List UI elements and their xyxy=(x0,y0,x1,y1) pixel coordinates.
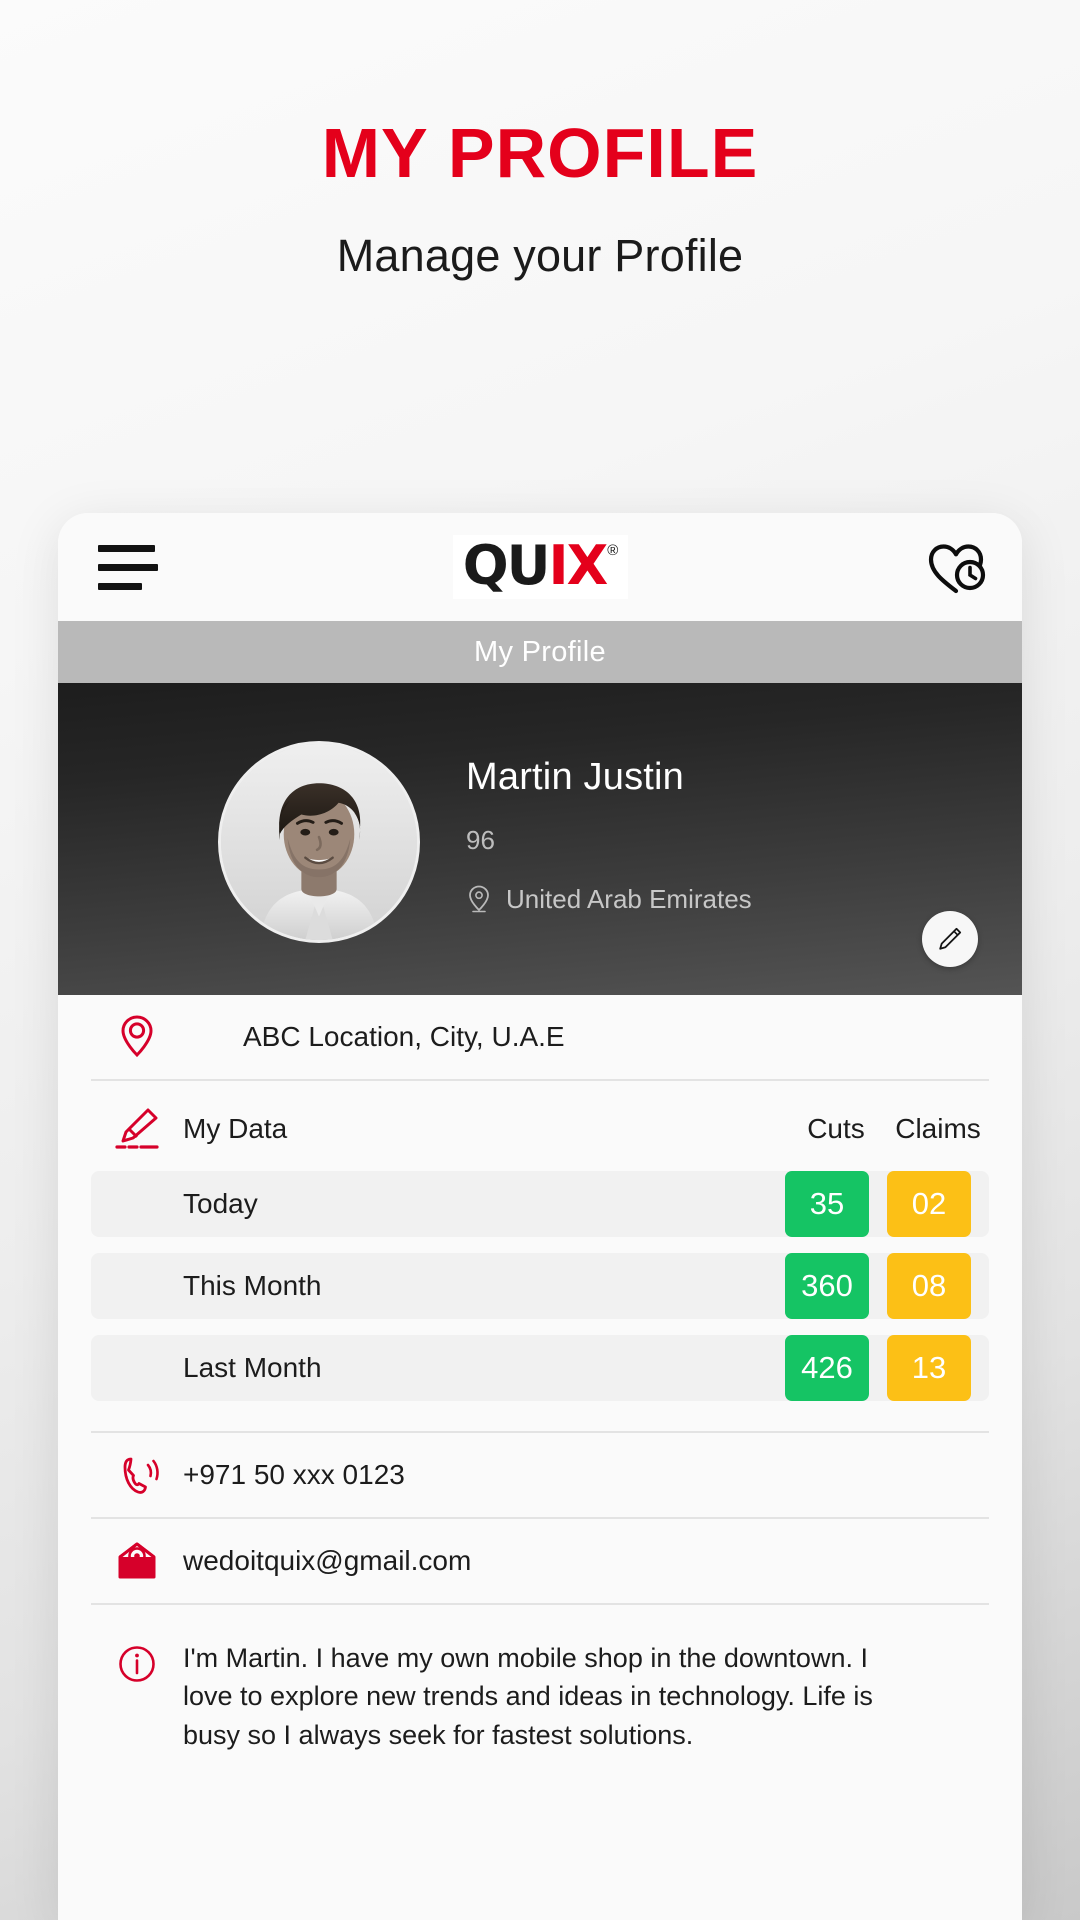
cuts-badge: 426 xyxy=(785,1335,869,1401)
section-title-bar: My Profile xyxy=(58,621,1022,683)
info-circle-icon xyxy=(91,1639,183,1685)
edit-profile-button[interactable] xyxy=(922,911,978,967)
phone-value: +971 50 xxx 0123 xyxy=(183,1459,405,1490)
location-pin-icon xyxy=(91,1012,183,1062)
pencil-icon xyxy=(939,927,962,950)
claims-badge: 08 xyxy=(887,1253,971,1319)
profile-details: ABC Location, City, U.A.E My Data Cuts C… xyxy=(58,995,1022,1754)
profile-name: Martin Justin xyxy=(466,755,685,798)
table-row[interactable]: Last Month 426 13 xyxy=(91,1335,989,1401)
logo-text-i: I xyxy=(548,534,568,597)
logo-text-qu: QU xyxy=(462,534,551,597)
profile-country: United Arab Emirates xyxy=(466,884,752,915)
hamburger-menu-icon[interactable] xyxy=(98,544,158,590)
column-header-claims: Claims xyxy=(895,1113,981,1144)
column-header-cuts: Cuts xyxy=(807,1113,865,1144)
claims-badge: 13 xyxy=(887,1335,971,1401)
profile-country-label: United Arab Emirates xyxy=(506,883,752,914)
pen-marker-icon xyxy=(91,1105,183,1153)
my-data-label: My Data xyxy=(183,1113,288,1144)
my-data-section: My Data Cuts Claims Today 35 02 This Mon… xyxy=(91,1081,989,1433)
phone-row[interactable]: +971 50 xxx 0123 xyxy=(91,1433,989,1519)
bio-row: I'm Martin. I have my own mobile shop in… xyxy=(91,1605,989,1754)
address-text: ABC Location, City, U.A.E xyxy=(243,1021,565,1052)
page-header: MY PROFILE Manage your Profile xyxy=(0,0,1080,282)
phone-ring-icon xyxy=(91,1451,183,1499)
quix-logo[interactable]: QU I X ® xyxy=(452,534,629,599)
email-row[interactable]: wedoitquix@gmail.com xyxy=(91,1519,989,1605)
envelope-at-icon xyxy=(91,1539,183,1583)
claims-badge: 02 xyxy=(887,1171,971,1237)
data-row-label: This Month xyxy=(183,1270,322,1301)
my-data-header: My Data Cuts Claims xyxy=(91,1087,989,1171)
email-value: wedoitquix@gmail.com xyxy=(183,1545,472,1576)
heart-clock-icon[interactable] xyxy=(923,534,989,600)
profile-subvalue: 96 xyxy=(466,824,495,855)
hamburger-line xyxy=(98,582,142,590)
hamburger-line xyxy=(98,563,158,571)
table-row[interactable]: This Month 360 08 xyxy=(91,1253,989,1319)
cuts-badge: 35 xyxy=(785,1171,869,1237)
data-row-label: Last Month xyxy=(183,1352,322,1383)
page-subtitle: Manage your Profile xyxy=(336,230,744,281)
page-title: MY PROFILE xyxy=(321,114,759,192)
data-row-label: Today xyxy=(183,1188,258,1219)
hero-info: Martin Justin 96 United Arab Emirates xyxy=(466,756,752,923)
map-pin-icon xyxy=(469,885,489,913)
address-row[interactable]: ABC Location, City, U.A.E xyxy=(91,995,989,1081)
hamburger-line xyxy=(98,544,155,552)
avatar xyxy=(218,741,420,943)
phone-mockup-card: QU I X ® My Profile Martin Justin 96 Uni… xyxy=(58,513,1022,1920)
logo-text-x: X xyxy=(566,534,609,597)
section-title: My Profile xyxy=(474,635,606,668)
logo-registered-mark: ® xyxy=(607,542,619,559)
app-bar: QU I X ® xyxy=(58,513,1022,621)
profile-hero: Martin Justin 96 United Arab Emirates xyxy=(58,683,1022,995)
table-row[interactable]: Today 35 02 xyxy=(91,1171,989,1237)
bio-text: I'm Martin. I have my own mobile shop in… xyxy=(183,1643,873,1750)
cuts-badge: 360 xyxy=(785,1253,869,1319)
